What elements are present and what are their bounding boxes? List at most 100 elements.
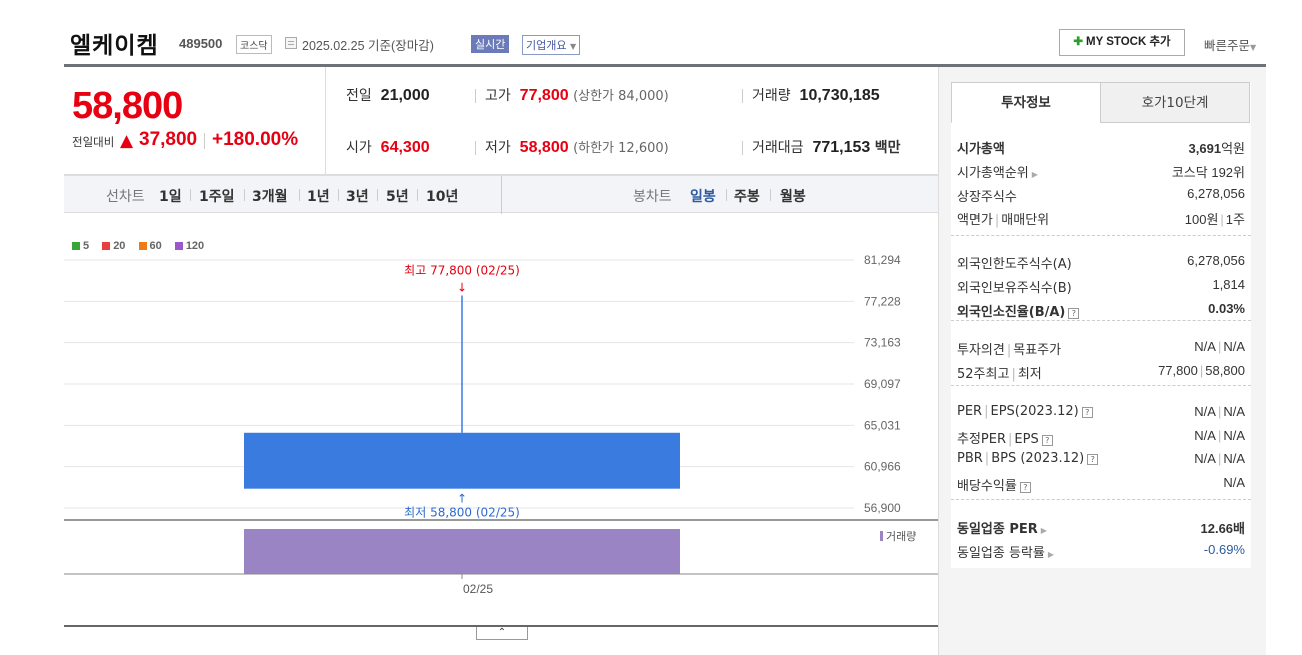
- divider: |: [1217, 428, 1222, 443]
- open-value: 64,300: [380, 139, 430, 156]
- divider: |: [1217, 404, 1222, 419]
- low-annotation: 최저 58,800 (02/25): [404, 506, 520, 520]
- market-badge: 코스닥: [236, 35, 272, 54]
- volume-label: 거래량: [752, 88, 791, 104]
- quick-order-label: 빠른주문: [1204, 38, 1251, 53]
- opinion-row: 투자의견 | 목표주가 N/A | N/A: [957, 339, 1245, 359]
- tab-daily[interactable]: 일봉: [690, 186, 716, 206]
- market-cap-unit: 억원: [1221, 141, 1245, 156]
- help-icon[interactable]: ?: [1087, 454, 1099, 465]
- help-icon[interactable]: ?: [1041, 435, 1053, 446]
- up-arrow-icon: ↑: [457, 492, 467, 506]
- volume-value: 10,730,185: [799, 87, 880, 104]
- tab-10year[interactable]: 10년: [426, 186, 458, 206]
- x-tick-label: 02/25: [463, 582, 493, 596]
- per-row: PER | EPS(2023.12)? N/A | N/A: [957, 404, 1245, 424]
- foreign-ratio-text: 외국인소진율(B/A): [957, 305, 1066, 320]
- w52-high-value: 77,800: [1158, 363, 1198, 378]
- divider: [475, 141, 476, 155]
- divider: |: [1006, 343, 1012, 358]
- company-overview-dropdown[interactable]: 기업개요 ▼: [522, 35, 581, 55]
- tab-1day[interactable]: 1일: [159, 186, 182, 206]
- foreign-ratio-label: 외국인소진율(B/A)?: [957, 301, 1080, 320]
- volume-legend-label: 거래량: [886, 530, 916, 543]
- help-icon[interactable]: ?: [1068, 308, 1080, 319]
- realtime-badge[interactable]: 실시간: [471, 35, 510, 53]
- market-cap-row: 시가총액 3,691억원: [957, 138, 1245, 158]
- opinion-label: 투자의견 | 목표주가: [957, 339, 1061, 358]
- divider: [377, 189, 378, 201]
- upper-limit: (상한가 84,000): [573, 89, 669, 104]
- tab-3year[interactable]: 3년: [346, 186, 369, 206]
- est-eps-value: N/A: [1223, 428, 1245, 443]
- divider: [742, 141, 743, 155]
- divider: [204, 133, 205, 149]
- industry-rate-row: 동일업종 등락률 ▶ -0.69%: [957, 542, 1245, 562]
- divider: [325, 67, 326, 175]
- divider: [417, 189, 418, 201]
- est-per-row: 추정PER | EPS? N/A | N/A: [957, 428, 1245, 448]
- dividend-label-text: 배당수익률: [957, 479, 1017, 494]
- collapse-chart-button[interactable]: ⌃: [476, 627, 528, 640]
- divider: [501, 176, 502, 214]
- quick-order-link[interactable]: 빠른주문▼: [1204, 35, 1256, 54]
- trade-unit-value: 1주: [1225, 212, 1245, 227]
- market-cap-group: 시가총액 3,691억원 시가총액순위 ▶ 코스닥 192위 상장주식수 6,27…: [951, 123, 1251, 236]
- down-arrow-icon: ↓: [457, 281, 467, 295]
- bps-value: N/A: [1223, 451, 1245, 466]
- divider: [770, 189, 771, 201]
- divider: |: [1008, 432, 1013, 447]
- caret-right-icon: ▶: [1040, 526, 1047, 535]
- foreign-limit-value: 6,278,056: [1187, 253, 1245, 268]
- high-price: 고가 77,800 (상한가 84,000): [485, 85, 669, 105]
- add-mystock-button[interactable]: ✚ MY STOCK 추가: [1059, 29, 1185, 56]
- tab-weekly[interactable]: 주봉: [734, 186, 760, 206]
- candle-body: [244, 432, 680, 489]
- cap-rank-label[interactable]: 시가총액순위 ▶: [957, 162, 1038, 181]
- trade-unit-label: 매매단위: [1001, 213, 1050, 228]
- industry-per-label[interactable]: 동일업종 PER ▶: [957, 518, 1047, 537]
- tab-orderbook[interactable]: 호가10단계: [1100, 82, 1250, 123]
- pbr-label: PBR | BPS (2023.12)?: [957, 451, 1099, 466]
- industry-rate-text: 동일업종 등락률: [957, 546, 1045, 561]
- w52-low-value: 58,800: [1205, 363, 1245, 378]
- tab-3month[interactable]: 3개월: [252, 186, 288, 206]
- w52-high-label: 52주최고: [957, 367, 1010, 382]
- w52-row: 52주최고 | 최저 77,800 | 58,800: [957, 363, 1245, 383]
- par-value-text: 100원: [1184, 212, 1219, 227]
- caret-right-icon: ▶: [1047, 550, 1055, 559]
- target-value: N/A: [1223, 339, 1245, 354]
- change-value: 37,800: [139, 129, 198, 150]
- open-label: 시가: [346, 140, 372, 156]
- cap-rank-value: 코스닥 192위: [1171, 165, 1245, 180]
- y-tick-label: 65,031: [864, 418, 901, 432]
- tab-1year[interactable]: 1년: [307, 186, 330, 206]
- stock-name: 엘케이켐: [70, 33, 159, 59]
- divider: [742, 89, 743, 103]
- volume-legend-swatch: [880, 531, 883, 541]
- divider: |: [1011, 367, 1016, 382]
- divider: |: [1220, 212, 1224, 227]
- industry-per-text: 동일업종 PER: [957, 522, 1038, 537]
- chart-tab-bar: 선차트 1일 1주일 3개월 1년 3년 5년 10년 봉차트 일봉 주봉 월봉: [64, 175, 938, 214]
- tab-monthly[interactable]: 월봉: [780, 186, 806, 206]
- y-tick-label: 81,294: [864, 253, 901, 267]
- per-label: PER | EPS(2023.12)?: [957, 404, 1093, 419]
- help-icon[interactable]: ?: [1019, 482, 1031, 493]
- target-label: 목표주가: [1013, 343, 1062, 358]
- invest-info-panel: 투자정보 호가10단계 시가총액 3,691억원 시가총액순위 ▶ 코스닥 192…: [938, 67, 1266, 655]
- chart-canvas: 81,294 77,228 73,163 69,097 65,031 60,966 56,9…: [64, 253, 938, 596]
- bps-label: BPS (2023.12): [991, 451, 1085, 466]
- tab-1week[interactable]: 1주일: [199, 186, 235, 206]
- divider: |: [1199, 363, 1204, 378]
- opinion-value-text: N/A: [1194, 339, 1216, 354]
- date-basis: 2025.02.25 기준(장마감): [302, 39, 434, 53]
- divider: [338, 189, 339, 201]
- divider: |: [994, 213, 1000, 228]
- tab-5year[interactable]: 5년: [386, 186, 409, 206]
- caret-right-icon: ▶: [1031, 170, 1038, 179]
- tab-invest-info[interactable]: 투자정보: [951, 82, 1101, 123]
- help-icon[interactable]: ?: [1081, 407, 1093, 418]
- industry-rate-label[interactable]: 동일업종 등락률 ▶: [957, 542, 1054, 561]
- chevron-down-icon: ▼: [1250, 43, 1257, 52]
